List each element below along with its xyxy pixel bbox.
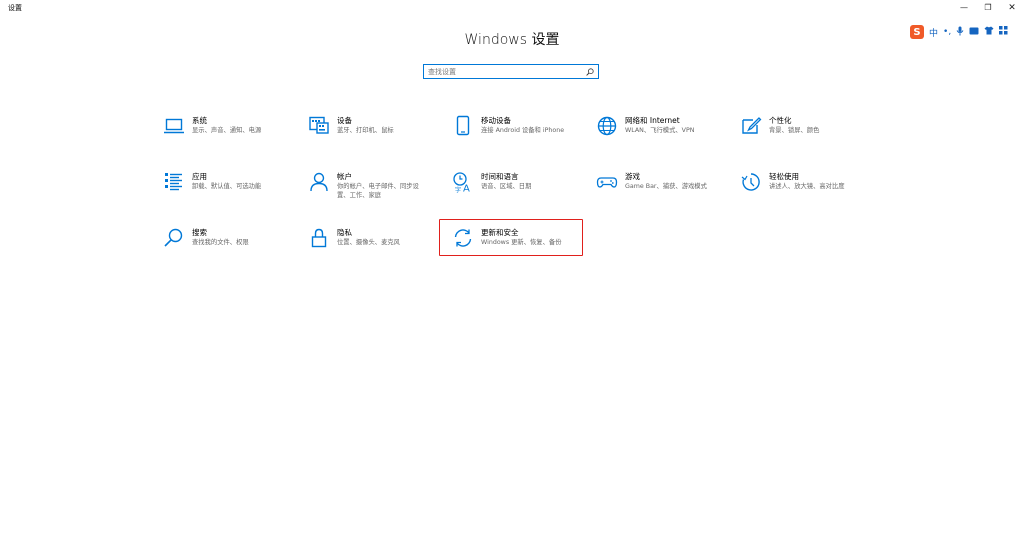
search-box[interactable]: [423, 64, 599, 79]
tile-privacy[interactable]: 隐私 位置、摄像头、麦克风: [308, 227, 438, 263]
svg-text:A: A: [463, 184, 470, 194]
page-title: Windows 设置: [464, 32, 560, 48]
tile-title: 个性化: [769, 116, 792, 125]
time-language-icon: A字: [452, 171, 474, 193]
globe-icon: [596, 115, 618, 137]
window-title: 设置: [8, 4, 22, 12]
keyboard-icon: [308, 115, 330, 137]
tile-title: 游戏: [625, 172, 640, 181]
paint-icon: [740, 115, 762, 137]
close-icon: ✕: [1008, 2, 1016, 13]
title-bar: 设置 — ❐ ✕: [0, 0, 1024, 16]
tile-apps[interactable]: 应用 卸载、默认值、可选功能: [163, 171, 293, 207]
tile-desc: 查找我的文件、权限: [192, 239, 249, 246]
close-button[interactable]: ✕: [1000, 0, 1024, 16]
search-input[interactable]: [428, 66, 586, 77]
tile-title: 移动设备: [481, 116, 511, 125]
minimize-button[interactable]: —: [952, 0, 976, 16]
laptop-icon: [163, 115, 185, 137]
tile-network[interactable]: 网络和 Internet WLAN、飞行模式、VPN: [596, 115, 726, 151]
svg-text:字: 字: [455, 186, 461, 193]
tile-desc: 你的帐户、电子邮件、同步设 置、工作、家庭: [337, 183, 419, 199]
tile-title: 设备: [337, 116, 352, 125]
tile-title: 帐户: [337, 172, 352, 181]
apps-list-icon: [163, 171, 185, 193]
tile-personalization[interactable]: 个性化 背景、锁屏、颜色: [740, 115, 870, 151]
tile-desc: 语音、区域、日期: [481, 183, 532, 190]
tile-title: 应用: [192, 172, 207, 181]
tile-time-language[interactable]: A字 时间和语言 语音、区域、日期: [452, 171, 582, 207]
restore-icon: ❐: [984, 3, 992, 12]
tile-title: 搜索: [192, 228, 207, 237]
tile-desc: Game Bar、捕获、游戏模式: [625, 183, 707, 190]
ease-of-access-icon: [740, 171, 762, 193]
lock-icon: [308, 227, 330, 249]
tile-desc: 连接 Android 设备和 iPhone: [481, 127, 565, 134]
highlight-box: [439, 219, 583, 256]
tile-gaming[interactable]: 游戏 Game Bar、捕获、游戏模式: [596, 171, 726, 207]
tile-devices[interactable]: 设备 蓝牙、打印机、鼠标: [308, 115, 438, 151]
tile-title: 网络和 Internet: [625, 116, 680, 125]
minimize-icon: —: [960, 3, 968, 12]
tile-accounts[interactable]: 帐户 你的帐户、电子邮件、同步设 置、工作、家庭: [308, 171, 438, 207]
gamepad-icon: [596, 171, 618, 193]
tile-ease-of-access[interactable]: 轻松使用 讲述人、放大镜、高对比度: [740, 171, 870, 207]
tile-system[interactable]: 系统 显示、声音、通知、电源: [163, 115, 293, 151]
maximize-button[interactable]: ❐: [976, 0, 1000, 16]
tile-title: 系统: [192, 116, 207, 125]
tile-mobile-devices[interactable]: 移动设备 连接 Android 设备和 iPhone: [452, 115, 582, 151]
tile-desc: 讲述人、放大镜、高对比度: [769, 183, 845, 190]
tile-desc: 显示、声音、通知、电源: [192, 127, 262, 134]
search-icon[interactable]: [586, 67, 594, 76]
tile-desc: 卸载、默认值、可选功能: [192, 183, 262, 190]
search-icon: [163, 227, 185, 249]
tile-title: 时间和语言: [481, 172, 519, 181]
tile-search[interactable]: 搜索 查找我的文件、权限: [163, 227, 293, 263]
tile-desc: 蓝牙、打印机、鼠标: [337, 127, 394, 134]
person-icon: [308, 171, 330, 193]
tile-title: 轻松使用: [769, 172, 799, 181]
tile-desc: 背景、锁屏、颜色: [769, 127, 820, 134]
tile-desc: WLAN、飞行模式、VPN: [625, 127, 695, 134]
phone-icon: [452, 115, 474, 137]
